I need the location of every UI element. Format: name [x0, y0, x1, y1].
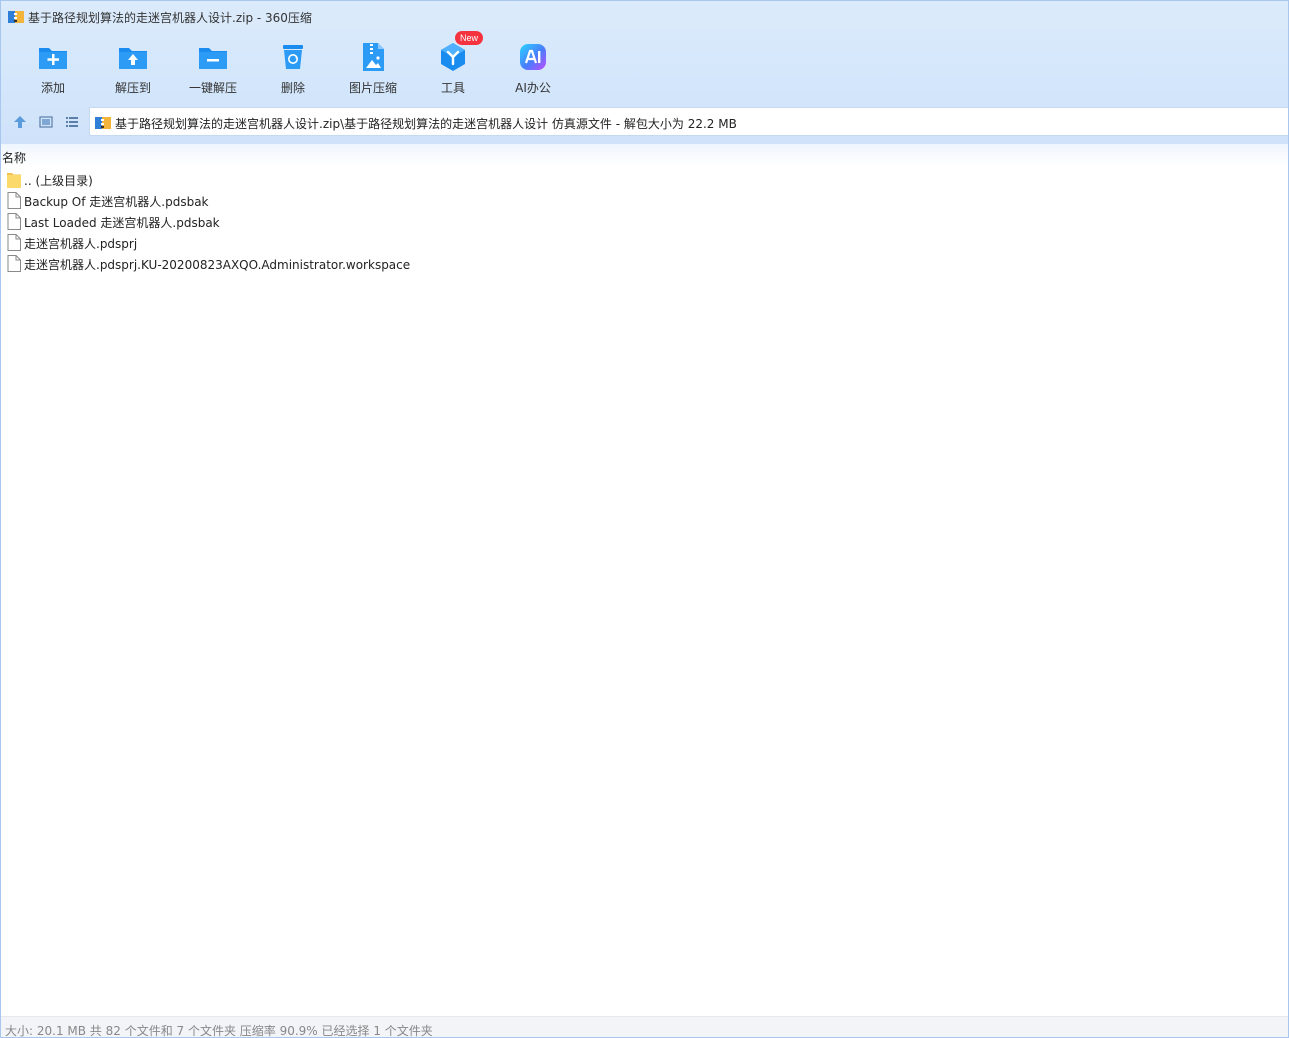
one-click-extract-button[interactable]: 一键解压: [173, 37, 253, 99]
file-icon: [7, 234, 21, 251]
list-item-parent-folder[interactable]: .. (上级目录): [1, 169, 1288, 190]
delete-button[interactable]: 删除: [253, 37, 333, 99]
zip-app-icon: [8, 11, 24, 23]
one-click-extract-label: 一键解压: [188, 81, 237, 95]
navigation-row: 基于路径规划算法的走迷宫机器人设计.zip\基于路径规划算法的走迷宫机器人设计 …: [1, 107, 1288, 137]
file-rows: .. (上级目录) Backup Of 走迷宫机器人.pdsbak Last L…: [1, 169, 1288, 274]
image-compress-icon: [363, 43, 384, 71]
extract-to-label: 解压到: [114, 81, 151, 95]
list-view-icon[interactable]: [64, 114, 80, 130]
zip-path-icon: [95, 117, 111, 129]
tools-label: 工具: [440, 81, 465, 95]
add-button[interactable]: 添加: [13, 37, 93, 99]
title-bar: 基于路径规划算法的走迷宫机器人设计.zip - 360压缩: [1, 1, 1288, 33]
folder-icon: [7, 173, 21, 188]
status-bar: 大小: 20.1 MB 共 82 个文件和 7 个文件夹 压缩率 90.9% 已…: [1, 1016, 1288, 1038]
file-icon: [7, 192, 21, 209]
file-list: 名称 .. (上级目录) Backup Of 走迷宫机器人.pdsbak Las…: [1, 144, 1288, 1016]
list-item[interactable]: Backup Of 走迷宫机器人.pdsbak: [1, 190, 1288, 211]
up-arrow-icon[interactable]: [12, 114, 28, 130]
tools-icon: [441, 43, 465, 71]
extract-to-button[interactable]: 解压到: [93, 37, 173, 99]
path-text: 基于路径规划算法的走迷宫机器人设计.zip\基于路径规划算法的走迷宫机器人设计 …: [115, 117, 737, 131]
file-name: Last Loaded 走迷宫机器人.pdsbak: [24, 216, 220, 230]
delete-label: 删除: [280, 81, 305, 95]
trash-icon: [283, 45, 303, 69]
one-click-extract-icon: [199, 48, 227, 69]
ai-office-button[interactable]: AI办公: [493, 37, 573, 99]
file-name: Backup Of 走迷宫机器人.pdsbak: [24, 195, 209, 209]
status-text: 大小: 20.1 MB 共 82 个文件和 7 个文件夹 压缩率 90.9% 已…: [5, 1024, 433, 1038]
new-badge: New: [455, 31, 484, 45]
file-name: 走迷宫机器人.pdsprj: [24, 237, 138, 251]
column-name-header[interactable]: 名称: [2, 149, 26, 166]
file-icon: [7, 213, 21, 230]
ai-office-icon: [520, 44, 546, 70]
thumbnail-view-icon[interactable]: [38, 114, 54, 130]
add-label: 添加: [40, 81, 65, 95]
top-bar: 基于路径规划算法的走迷宫机器人设计.zip - 360压缩 添加 解压到 一键解…: [1, 1, 1288, 144]
list-item[interactable]: Last Loaded 走迷宫机器人.pdsbak: [1, 211, 1288, 232]
file-name: .. (上级目录): [24, 174, 93, 188]
image-compress-label: 图片压缩: [348, 81, 397, 95]
file-icon: [7, 255, 21, 272]
file-name: 走迷宫机器人.pdsprj.KU-20200823AXQO.Administra…: [24, 258, 411, 272]
path-bar[interactable]: 基于路径规划算法的走迷宫机器人设计.zip\基于路径规划算法的走迷宫机器人设计 …: [89, 107, 1288, 136]
tools-button[interactable]: 工具: [413, 37, 493, 99]
window-title: 基于路径规划算法的走迷宫机器人设计.zip - 360压缩: [28, 11, 312, 25]
column-header: 名称: [1, 144, 1288, 166]
extract-to-icon: [119, 48, 147, 69]
add-folder-icon: [39, 48, 67, 69]
image-compress-button[interactable]: 图片压缩: [333, 37, 413, 99]
app-window: 基于路径规划算法的走迷宫机器人设计.zip - 360压缩 添加 解压到 一键解…: [0, 0, 1289, 1038]
ai-office-label: AI办公: [515, 81, 551, 95]
list-item[interactable]: 走迷宫机器人.pdsprj: [1, 232, 1288, 253]
list-item[interactable]: 走迷宫机器人.pdsprj.KU-20200823AXQO.Administra…: [1, 253, 1288, 274]
